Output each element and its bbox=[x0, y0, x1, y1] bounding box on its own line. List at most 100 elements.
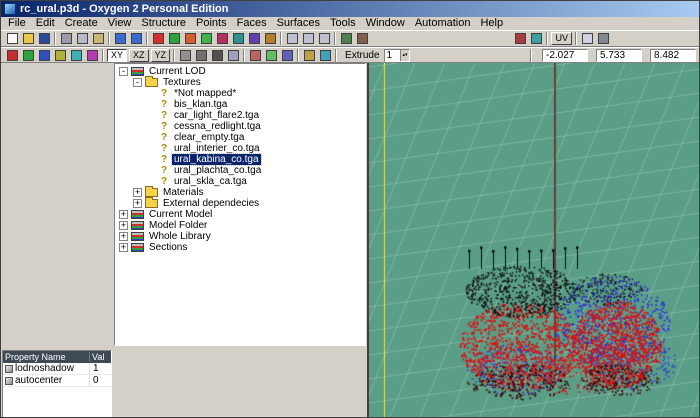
background-texture-icon[interactable] bbox=[579, 31, 595, 46]
menu-create[interactable]: Create bbox=[60, 17, 103, 30]
menu-view[interactable]: View bbox=[103, 17, 137, 30]
grid-snap-icon[interactable] bbox=[177, 48, 193, 63]
coordinate-y-field[interactable]: 5.733 bbox=[596, 49, 642, 62]
create-face-icon[interactable] bbox=[166, 31, 182, 46]
zoom-in-icon[interactable] bbox=[284, 31, 300, 46]
undo-icon[interactable] bbox=[112, 31, 128, 46]
cut-icon[interactable] bbox=[58, 31, 74, 46]
expand-icon[interactable]: + bbox=[119, 243, 128, 252]
tree-item[interactable]: + Whole Library bbox=[115, 231, 365, 242]
collapse-icon[interactable]: - bbox=[133, 78, 142, 87]
tree-item-label: Current LOD bbox=[147, 66, 208, 77]
tree-item[interactable]: ?ural_kabina_co.tga bbox=[115, 154, 365, 165]
uv-editor-button[interactable]: UV bbox=[551, 32, 572, 45]
texture-mapping-icon[interactable] bbox=[512, 31, 528, 46]
wireframe-mode-icon[interactable] bbox=[354, 31, 370, 46]
tree-item-label: cessna_redlight.tga bbox=[172, 121, 263, 132]
menu-automation[interactable]: Automation bbox=[410, 17, 476, 30]
vertex-lock-icon[interactable] bbox=[20, 48, 36, 63]
triangulate-icon[interactable] bbox=[301, 48, 317, 63]
lod-stack-icon[interactable] bbox=[4, 48, 20, 63]
toolbar-separator bbox=[243, 49, 245, 62]
menu-window[interactable]: Window bbox=[361, 17, 410, 30]
redo-icon[interactable] bbox=[128, 31, 144, 46]
property-row[interactable]: lodnoshadow1 bbox=[3, 363, 111, 375]
expand-icon[interactable]: + bbox=[133, 188, 142, 197]
tree-item[interactable]: + Model Folder bbox=[115, 220, 365, 231]
tree-item-label: Whole Library bbox=[147, 231, 213, 242]
menu-structure[interactable]: Structure bbox=[136, 17, 191, 30]
create-point-icon[interactable] bbox=[150, 31, 166, 46]
tree-item-label: Model Folder bbox=[147, 220, 209, 231]
edge-snap-icon[interactable] bbox=[209, 48, 225, 63]
paste-icon[interactable] bbox=[90, 31, 106, 46]
collapse-icon[interactable]: - bbox=[119, 67, 128, 76]
render-mode-icon[interactable] bbox=[338, 31, 354, 46]
view-xy-button[interactable]: XY bbox=[107, 49, 127, 62]
face-lock-icon[interactable] bbox=[36, 48, 52, 63]
property-row[interactable]: autocenter0 bbox=[3, 375, 111, 387]
tree-item[interactable]: +Sections bbox=[115, 242, 365, 253]
tree-item-label: Materials bbox=[161, 187, 206, 198]
tree-item[interactable]: ?bis_klan.tga bbox=[115, 99, 365, 110]
toolbar-separator bbox=[108, 32, 110, 45]
toolbar-edit: XYXZYZExtrude1▴▾-2.0275.7338.482 bbox=[1, 47, 699, 63]
surface-snap-icon[interactable] bbox=[225, 48, 241, 63]
selection-mode-icon[interactable] bbox=[247, 48, 263, 63]
select-objects-icon[interactable] bbox=[214, 31, 230, 46]
tree-item[interactable]: ?cessna_redlight.tga bbox=[115, 121, 365, 132]
tree-item[interactable]: ?clear_empty.tga bbox=[115, 132, 365, 143]
main-area: -Current LOD-Textures?*Not mapped*?bis_k… bbox=[1, 63, 700, 418]
tree-item-label: car_light_flare2.tga bbox=[172, 110, 261, 121]
texture-list-icon[interactable] bbox=[528, 31, 544, 46]
expand-icon[interactable]: + bbox=[119, 221, 128, 230]
save-file-icon[interactable] bbox=[36, 31, 52, 46]
new-file-icon[interactable] bbox=[4, 31, 20, 46]
hide-selection-icon[interactable] bbox=[230, 31, 246, 46]
tree-item[interactable]: ?ural_plachta_co.tga bbox=[115, 165, 365, 176]
question-icon: ? bbox=[159, 144, 169, 154]
coordinate-z-field[interactable]: 8.482 bbox=[650, 49, 696, 62]
soft-selection-icon[interactable] bbox=[263, 48, 279, 63]
titlebar[interactable]: rc_ural.p3d - Oxygen 2 Personal Edition bbox=[1, 1, 699, 17]
menu-surfaces[interactable]: Surfaces bbox=[272, 17, 325, 30]
extrude-steps-spinner[interactable]: 1▴▾ bbox=[384, 49, 410, 62]
mirror-icon[interactable] bbox=[84, 48, 100, 63]
menu-help[interactable]: Help bbox=[475, 17, 508, 30]
coordinate-x-field[interactable]: -2.027 bbox=[542, 49, 588, 62]
select-faces-icon[interactable] bbox=[198, 31, 214, 46]
unhide-all-icon[interactable] bbox=[246, 31, 262, 46]
tree-item[interactable]: ?car_light_flare2.tga bbox=[115, 110, 365, 121]
tree-item[interactable]: -Textures bbox=[115, 77, 365, 88]
menu-edit[interactable]: Edit bbox=[31, 17, 60, 30]
open-file-icon[interactable] bbox=[20, 31, 36, 46]
menu-file[interactable]: File bbox=[3, 17, 31, 30]
expand-icon[interactable]: + bbox=[119, 232, 128, 241]
lock-selection-icon[interactable] bbox=[262, 31, 278, 46]
normals-icon[interactable] bbox=[52, 48, 68, 63]
tree-item[interactable]: +Current Model bbox=[115, 209, 365, 220]
menu-faces[interactable]: Faces bbox=[232, 17, 272, 30]
menu-points[interactable]: Points bbox=[191, 17, 232, 30]
tree-item[interactable]: +External dependecies bbox=[115, 198, 365, 209]
spinner-arrows-icon[interactable]: ▴▾ bbox=[400, 50, 408, 61]
view-yz-button[interactable]: YZ bbox=[151, 49, 171, 62]
weld-icon[interactable] bbox=[279, 48, 295, 63]
select-vertices-icon[interactable] bbox=[182, 31, 198, 46]
view-xz-button[interactable]: XZ bbox=[129, 49, 149, 62]
stack-icon bbox=[131, 210, 144, 219]
vertex-snap-icon[interactable] bbox=[193, 48, 209, 63]
menu-tools[interactable]: Tools bbox=[325, 17, 361, 30]
copy-icon[interactable] bbox=[74, 31, 90, 46]
measure-icon[interactable] bbox=[68, 48, 84, 63]
tree-item[interactable]: ?ural_interier_co.tga bbox=[115, 143, 365, 154]
expand-icon[interactable]: + bbox=[133, 199, 142, 208]
zoom-fit-icon[interactable] bbox=[316, 31, 332, 46]
tree-item[interactable]: ?*Not mapped* bbox=[115, 88, 365, 99]
options-icon[interactable] bbox=[595, 31, 611, 46]
expand-icon[interactable]: + bbox=[119, 210, 128, 219]
zoom-out-icon[interactable] bbox=[300, 31, 316, 46]
tree-item-label: ural_plachta_co.tga bbox=[172, 165, 263, 176]
viewport-3d[interactable] bbox=[367, 63, 700, 418]
squarize-icon[interactable] bbox=[317, 48, 333, 63]
